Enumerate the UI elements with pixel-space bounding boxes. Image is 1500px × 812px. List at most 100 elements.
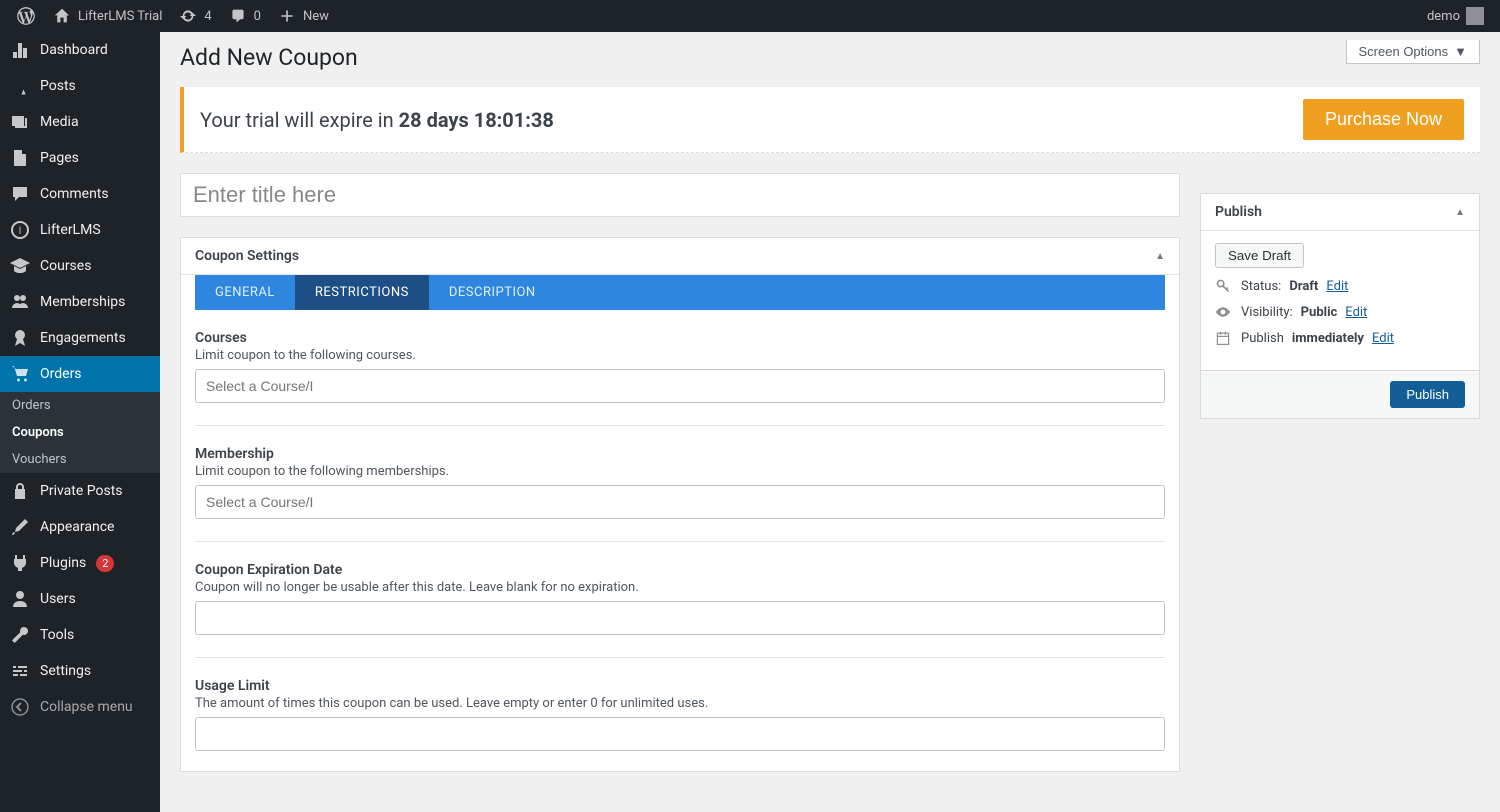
new-content[interactable]: New — [269, 0, 337, 32]
sidebar-item-lifterlms[interactable]: l LifterLMS — [0, 212, 160, 248]
expiration-input[interactable] — [195, 601, 1165, 635]
sidebar-item-label: Media — [40, 114, 79, 130]
media-icon — [10, 112, 30, 132]
plug-icon — [10, 553, 30, 573]
cart-icon — [10, 364, 30, 384]
trial-countdown: 28 days 18:01:38 — [399, 108, 554, 132]
pin-icon — [10, 76, 30, 96]
submenu-item-coupons[interactable]: Coupons — [0, 419, 160, 446]
courses-select[interactable] — [195, 369, 1165, 403]
sidebar-item-settings[interactable]: Settings — [0, 653, 160, 689]
lock-icon — [10, 481, 30, 501]
sidebar-item-label: Engagements — [40, 330, 126, 346]
field-courses: Courses Limit coupon to the following co… — [181, 310, 1179, 426]
collapse-label: Collapse menu — [40, 699, 133, 715]
sidebar-item-tools[interactable]: Tools — [0, 617, 160, 653]
updates-link[interactable]: 4 — [170, 0, 219, 32]
sidebar-item-dashboard[interactable]: Dashboard — [0, 32, 160, 68]
publish-header[interactable]: Publish ▲ — [1201, 194, 1479, 231]
submenu-item-vouchers[interactable]: Vouchers — [0, 446, 160, 473]
sidebar-item-label: Dashboard — [40, 42, 108, 58]
wp-logo[interactable] — [8, 0, 44, 32]
schedule-value: immediately — [1292, 331, 1364, 346]
sidebar-item-plugins[interactable]: Plugins 2 — [0, 545, 160, 581]
status-value: Draft — [1289, 279, 1318, 294]
graduation-icon — [10, 256, 30, 276]
edit-schedule-link[interactable]: Edit — [1372, 331, 1394, 346]
screen-options-wrap: Screen Options ▼ — [1346, 40, 1480, 64]
lifterlms-icon: l — [10, 220, 30, 240]
edit-visibility-link[interactable]: Edit — [1345, 305, 1367, 320]
tab-description[interactable]: DESCRIPTION — [429, 275, 556, 310]
collapse-menu[interactable]: Collapse menu — [0, 689, 160, 725]
membership-select[interactable] — [195, 485, 1165, 519]
sidebar-item-label: Settings — [40, 663, 91, 679]
publish-button[interactable]: Publish — [1390, 381, 1465, 408]
new-label: New — [303, 9, 329, 24]
caret-down-icon: ▼ — [1454, 44, 1467, 59]
sidebar-item-posts[interactable]: Posts — [0, 68, 160, 104]
usage-input[interactable] — [195, 717, 1165, 751]
sidebar-item-appearance[interactable]: Appearance — [0, 509, 160, 545]
tab-general[interactable]: GENERAL — [195, 275, 295, 310]
field-expiration: Coupon Expiration Date Coupon will no lo… — [181, 542, 1179, 658]
triangle-up-icon[interactable]: ▲ — [1455, 207, 1465, 218]
title-input[interactable] — [180, 173, 1180, 217]
coupon-settings-header[interactable]: Coupon Settings ▲ — [181, 238, 1179, 275]
updates-count: 4 — [204, 9, 211, 24]
expiration-desc: Coupon will no longer be usable after th… — [195, 580, 1165, 595]
visibility-row: Visibility: Public Edit — [1215, 304, 1465, 320]
sidebar-item-label: Plugins — [40, 555, 86, 571]
avatar-icon — [1466, 7, 1484, 25]
save-draft-button[interactable]: Save Draft — [1215, 243, 1304, 268]
sidebar-item-courses[interactable]: Courses — [0, 248, 160, 284]
user-account[interactable]: demo — [1419, 0, 1492, 32]
membership-desc: Limit coupon to the following membership… — [195, 464, 1165, 479]
expiration-label: Coupon Expiration Date — [195, 562, 1165, 578]
status-row: Status: Draft Edit — [1215, 278, 1465, 294]
comments-link[interactable]: 0 — [220, 0, 269, 32]
sidebar-item-comments[interactable]: Comments — [0, 176, 160, 212]
submenu-item-orders[interactable]: Orders — [0, 392, 160, 419]
visibility-value: Public — [1301, 305, 1338, 320]
user-icon — [10, 589, 30, 609]
wordpress-icon — [16, 6, 36, 26]
sidebar-item-media[interactable]: Media — [0, 104, 160, 140]
site-name[interactable]: LifterLMS Trial — [44, 0, 170, 32]
sidebar-item-memberships[interactable]: Memberships — [0, 284, 160, 320]
plus-icon — [277, 6, 297, 26]
usage-label: Usage Limit — [195, 678, 1165, 694]
comment-icon — [228, 6, 248, 26]
sidebar-item-engagements[interactable]: Engagements — [0, 320, 160, 356]
plugins-update-badge: 2 — [96, 555, 114, 572]
sidebar-item-users[interactable]: Users — [0, 581, 160, 617]
sidebar-item-pages[interactable]: Pages — [0, 140, 160, 176]
sidebar-item-label: Orders — [40, 366, 82, 382]
brush-icon — [10, 517, 30, 537]
coupon-settings-box: Coupon Settings ▲ GENERAL RESTRICTIONS D… — [180, 237, 1180, 772]
svg-text:l: l — [19, 226, 21, 237]
edit-status-link[interactable]: Edit — [1326, 279, 1348, 294]
publish-box: Publish ▲ Save Draft Status: Draft Edit — [1200, 193, 1480, 419]
usage-desc: The amount of times this coupon can be u… — [195, 696, 1165, 711]
sidebar-item-orders[interactable]: Orders — [0, 356, 160, 392]
refresh-icon — [178, 6, 198, 26]
home-icon — [52, 6, 72, 26]
field-membership: Membership Limit coupon to the following… — [181, 426, 1179, 542]
page-title: Add New Coupon — [180, 32, 1480, 79]
sidebar-item-label: Courses — [40, 258, 91, 274]
screen-options-button[interactable]: Screen Options ▼ — [1346, 40, 1480, 64]
pages-icon — [10, 148, 30, 168]
award-icon — [10, 328, 30, 348]
sidebar-item-label: Users — [40, 591, 76, 607]
tab-restrictions[interactable]: RESTRICTIONS — [295, 275, 429, 310]
purchase-now-button[interactable]: Purchase Now — [1303, 99, 1464, 140]
eye-icon — [1215, 304, 1233, 320]
sidebar-item-label: Pages — [40, 150, 79, 166]
sidebar-item-private-posts[interactable]: Private Posts — [0, 473, 160, 509]
sidebar-item-label: LifterLMS — [40, 222, 101, 238]
wrench-icon — [10, 625, 30, 645]
schedule-row: Publish immediately Edit — [1215, 330, 1465, 346]
admin-bar: LifterLMS Trial 4 0 New demo — [0, 0, 1500, 32]
triangle-up-icon[interactable]: ▲ — [1155, 251, 1165, 262]
